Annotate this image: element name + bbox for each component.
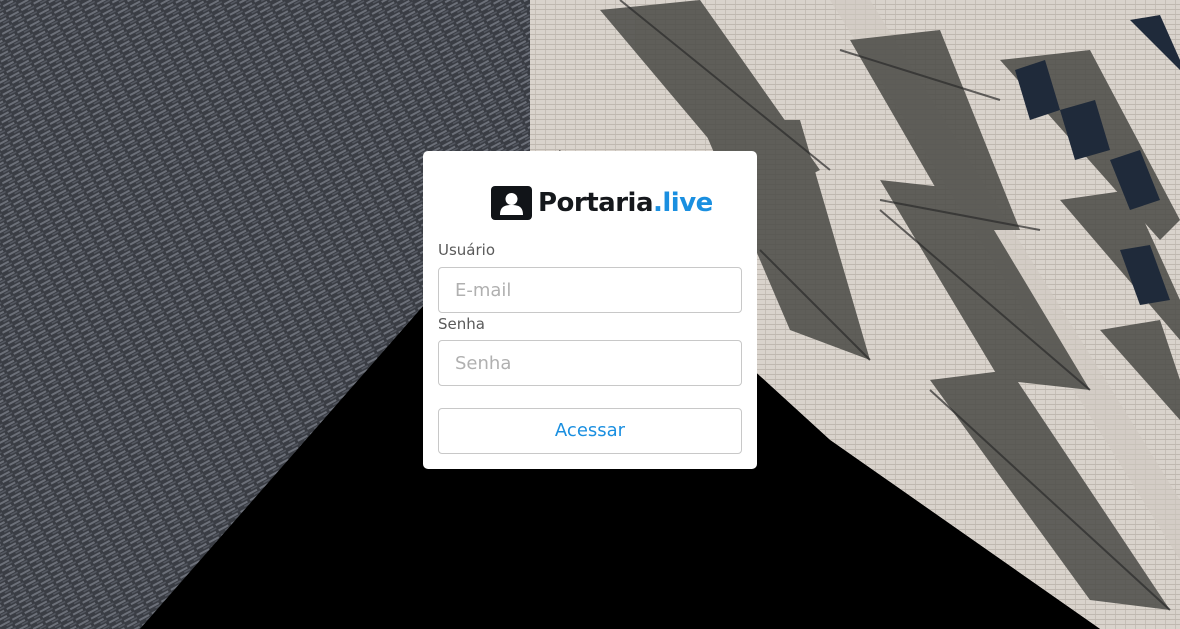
password-input[interactable] [438,340,742,386]
login-button[interactable]: Acessar [438,408,742,454]
login-card: Portaria.live Usuário Senha Acessar [423,151,757,469]
brand-name: Portaria.live [538,188,713,218]
id-card-icon [491,186,532,220]
user-label: Usuário [438,241,496,259]
brand-logo: Portaria.live [491,186,713,220]
email-input[interactable] [438,267,742,313]
password-label: Senha [438,315,485,333]
